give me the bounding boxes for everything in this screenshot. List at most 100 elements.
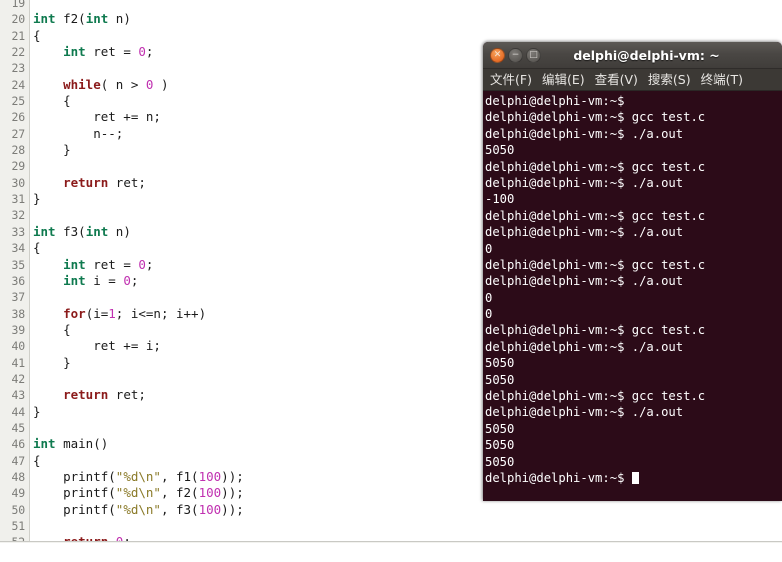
- code-text[interactable]: }: [33, 142, 71, 158]
- line-number: 25: [0, 93, 29, 109]
- terminal-window[interactable]: delphi@delphi-vm: ~ ✕−□ 文件(F)编辑(E)查看(V)搜…: [483, 42, 782, 501]
- code-text[interactable]: printf("%d\n", f2(100));: [33, 485, 244, 501]
- code-token: ;: [146, 44, 154, 59]
- code-text[interactable]: printf("%d\n", f1(100));: [33, 469, 244, 485]
- gutter-divider: [29, 420, 30, 436]
- code-token: 0: [123, 273, 131, 288]
- code-line[interactable]: 21{: [0, 28, 470, 44]
- code-text[interactable]: {: [33, 93, 71, 109]
- terminal-line: delphi@delphi-vm:~$ gcc test.c: [485, 257, 782, 273]
- code-line[interactable]: 30 return ret;: [0, 175, 470, 191]
- maximize-button[interactable]: □: [526, 48, 541, 63]
- code-token: int: [33, 11, 56, 26]
- code-line[interactable]: 37: [0, 289, 470, 305]
- code-line[interactable]: 43 return ret;: [0, 387, 470, 403]
- window-controls[interactable]: ✕−□: [490, 48, 541, 63]
- terminal-titlebar[interactable]: delphi@delphi-vm: ~ ✕−□: [483, 42, 782, 69]
- code-token: "%d\n": [116, 469, 161, 484]
- line-number: 50: [0, 502, 29, 518]
- code-text[interactable]: }: [33, 355, 71, 371]
- code-line[interactable]: 44}: [0, 404, 470, 420]
- code-line[interactable]: 47{: [0, 453, 470, 469]
- code-text[interactable]: ret += n;: [33, 109, 161, 125]
- code-line[interactable]: 46int main(): [0, 436, 470, 452]
- code-text[interactable]: for(i=1; i<=n; i++): [33, 306, 206, 322]
- code-line[interactable]: 50 printf("%d\n", f3(100));: [0, 502, 470, 518]
- code-line[interactable]: 48 printf("%d\n", f1(100));: [0, 469, 470, 485]
- menu-view[interactable]: 查看(V): [590, 69, 643, 91]
- code-text[interactable]: return ret;: [33, 175, 146, 191]
- code-text[interactable]: int main(): [33, 436, 108, 452]
- line-number: 35: [0, 257, 29, 273]
- code-token: int: [33, 224, 56, 239]
- code-line[interactable]: 26 ret += n;: [0, 109, 470, 125]
- gutter-divider: [29, 77, 30, 93]
- terminal-menubar[interactable]: 文件(F)编辑(E)查看(V)搜索(S)终端(T): [483, 69, 782, 91]
- code-text[interactable]: int f3(int n): [33, 224, 131, 240]
- code-text[interactable]: }: [33, 404, 41, 420]
- gutter-divider: [29, 273, 30, 289]
- code-text[interactable]: int ret = 0;: [33, 44, 153, 60]
- code-text[interactable]: int ret = 0;: [33, 257, 153, 273]
- code-line[interactable]: 36 int i = 0;: [0, 273, 470, 289]
- code-text[interactable]: {: [33, 453, 41, 469]
- code-line[interactable]: 20int f2(int n): [0, 11, 470, 27]
- code-token: }: [33, 355, 71, 370]
- terminal-output[interactable]: delphi@delphi-vm:~$ delphi@delphi-vm:~$ g…: [483, 91, 782, 501]
- code-line[interactable]: 24 while( n > 0 ): [0, 77, 470, 93]
- code-line[interactable]: 49 printf("%d\n", f2(100));: [0, 485, 470, 501]
- code-text[interactable]: {: [33, 322, 71, 338]
- code-line[interactable]: 40 ret += i;: [0, 338, 470, 354]
- code-text[interactable]: }: [33, 191, 41, 207]
- gutter-divider: [29, 355, 30, 371]
- line-number: 48: [0, 469, 29, 485]
- code-line[interactable]: 19: [0, 0, 470, 11]
- code-line[interactable]: 29: [0, 158, 470, 174]
- code-line[interactable]: 25 {: [0, 93, 470, 109]
- code-line[interactable]: 41 }: [0, 355, 470, 371]
- menu-search[interactable]: 搜索(S): [643, 69, 696, 91]
- code-text[interactable]: ret += i;: [33, 338, 161, 354]
- code-line[interactable]: 39 {: [0, 322, 470, 338]
- gutter-divider: [29, 126, 30, 142]
- code-text[interactable]: {: [33, 28, 41, 44]
- line-number: 45: [0, 420, 29, 436]
- close-button[interactable]: ✕: [490, 48, 505, 63]
- code-text[interactable]: int i = 0;: [33, 273, 138, 289]
- minimize-button[interactable]: −: [508, 48, 523, 63]
- code-token: ;: [131, 273, 139, 288]
- code-text[interactable]: printf("%d\n", f3(100));: [33, 502, 244, 518]
- code-line[interactable]: 34{: [0, 240, 470, 256]
- menu-edit[interactable]: 编辑(E): [537, 69, 590, 91]
- code-text[interactable]: while( n > 0 ): [33, 77, 169, 93]
- code-line[interactable]: 51: [0, 518, 470, 534]
- code-text[interactable]: {: [33, 240, 41, 256]
- code-text[interactable]: int f2(int n): [33, 11, 131, 27]
- gutter-divider: [29, 44, 30, 60]
- terminal-line: delphi@delphi-vm:~$ gcc test.c: [485, 109, 782, 125]
- terminal-line: 5050: [485, 454, 782, 470]
- code-line[interactable]: 23: [0, 60, 470, 76]
- code-text[interactable]: n--;: [33, 126, 123, 142]
- code-text[interactable]: return ret;: [33, 387, 146, 403]
- code-token: int: [86, 11, 109, 26]
- menu-terminal[interactable]: 终端(T): [696, 69, 748, 91]
- code-line[interactable]: 33int f3(int n): [0, 224, 470, 240]
- code-line[interactable]: 31}: [0, 191, 470, 207]
- code-token: , f2(: [161, 485, 199, 500]
- code-line[interactable]: 32: [0, 207, 470, 223]
- terminal-prompt-line[interactable]: delphi@delphi-vm:~$: [485, 470, 782, 486]
- code-lines-container[interactable]: 1920int f2(int n)21{22 int ret = 0;2324 …: [0, 0, 470, 543]
- gutter-divider: [29, 257, 30, 273]
- code-line[interactable]: 35 int ret = 0;: [0, 257, 470, 273]
- line-number: 29: [0, 158, 29, 174]
- code-line[interactable]: 28 }: [0, 142, 470, 158]
- code-line[interactable]: 27 n--;: [0, 126, 470, 142]
- code-line[interactable]: 38 for(i=1; i<=n; i++): [0, 306, 470, 322]
- menu-file[interactable]: 文件(F): [485, 69, 537, 91]
- code-line[interactable]: 22 int ret = 0;: [0, 44, 470, 60]
- code-line[interactable]: 45: [0, 420, 470, 436]
- gutter-divider: [29, 158, 30, 174]
- line-number: 30: [0, 175, 29, 191]
- code-line[interactable]: 42: [0, 371, 470, 387]
